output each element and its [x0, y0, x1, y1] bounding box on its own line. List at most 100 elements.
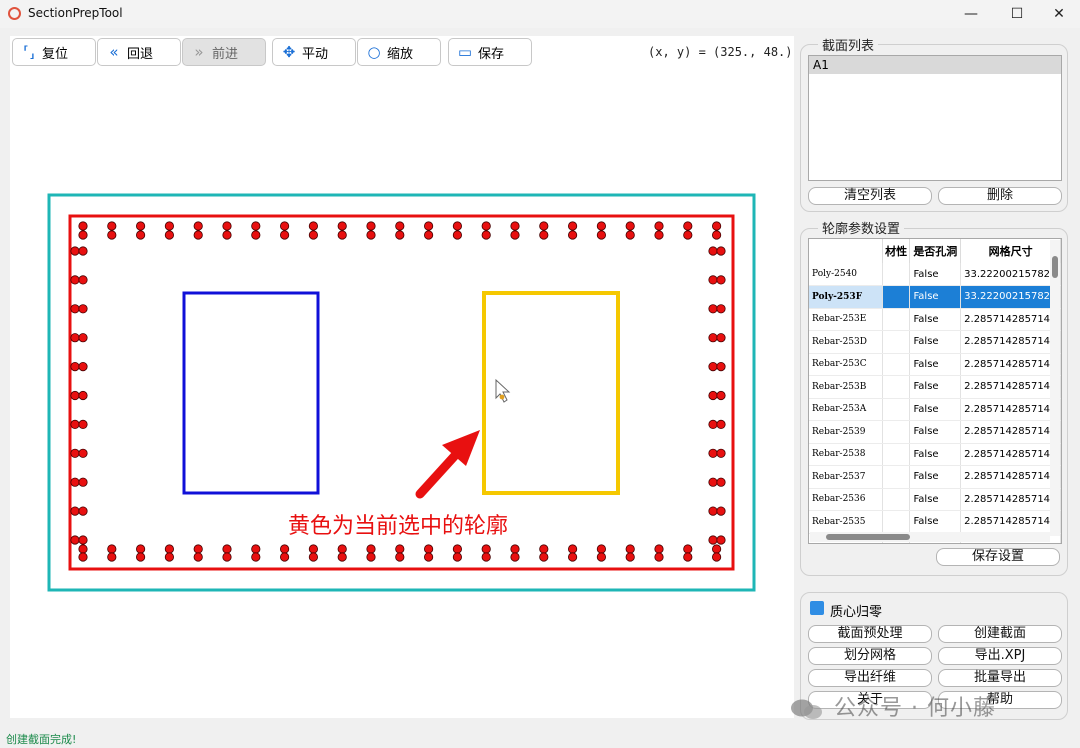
- rebar-dot[interactable]: [78, 419, 88, 429]
- rebar-dot[interactable]: [708, 477, 718, 487]
- rebar-dot[interactable]: [193, 544, 203, 554]
- rebar-dot[interactable]: [423, 552, 434, 562]
- rebar-dot[interactable]: [70, 246, 80, 256]
- rebar-dot[interactable]: [395, 544, 405, 554]
- table-header-3[interactable]: 网格尺寸: [960, 239, 1061, 263]
- rebar-dot[interactable]: [222, 230, 232, 240]
- table-cell-material[interactable]: [882, 443, 911, 466]
- rebar-dot[interactable]: [366, 230, 376, 240]
- forward-button[interactable]: » 前进: [182, 38, 266, 66]
- export-xpj-button[interactable]: 导出.XPJ: [938, 647, 1062, 665]
- rebar-dot[interactable]: [567, 230, 578, 240]
- rebar-dot[interactable]: [70, 361, 80, 372]
- close-button[interactable]: ✕: [1036, 0, 1080, 28]
- rebar-dot[interactable]: [481, 230, 491, 240]
- rebar-dot[interactable]: [423, 221, 434, 231]
- table-cell-mesh[interactable]: 2.2857142857142: [960, 510, 1061, 534]
- rebar-dot[interactable]: [193, 230, 203, 240]
- rebar-dot[interactable]: [654, 552, 664, 562]
- rebar-dot[interactable]: [70, 275, 80, 285]
- table-cell-mesh[interactable]: 2.2857142857142: [960, 443, 1061, 466]
- rebar-dot[interactable]: [78, 544, 88, 554]
- table-cell-hole[interactable]: False: [909, 353, 962, 376]
- rebar-dot[interactable]: [251, 544, 261, 554]
- rebar-dot[interactable]: [567, 552, 578, 562]
- table-cell-name[interactable]: Poly-2540: [809, 263, 883, 286]
- table-cell-hole[interactable]: False: [909, 308, 962, 331]
- table-header-2[interactable]: 是否孔洞: [909, 239, 962, 263]
- rebar-dot[interactable]: [481, 544, 491, 554]
- rebar-dot[interactable]: [279, 221, 290, 231]
- table-cell-name[interactable]: Rebar-253B: [809, 375, 883, 399]
- rebar-dot[interactable]: [279, 544, 290, 554]
- table-cell-mesh[interactable]: 2.2857142857142: [960, 308, 1061, 331]
- table-cell-mesh[interactable]: 2.2857142857142: [960, 488, 1061, 511]
- rebar-dot[interactable]: [136, 544, 146, 554]
- rebar-dot[interactable]: [366, 544, 376, 554]
- rebar-dot[interactable]: [716, 390, 726, 401]
- rebar-dot[interactable]: [70, 304, 80, 314]
- rebar-dot[interactable]: [596, 544, 607, 554]
- clear-list-button[interactable]: 清空列表: [808, 187, 932, 205]
- maximize-button[interactable]: ☐: [994, 0, 1040, 28]
- table-cell-name[interactable]: Rebar-253A: [809, 398, 883, 421]
- rebar-dot[interactable]: [193, 552, 203, 562]
- rebar-dot[interactable]: [78, 304, 88, 314]
- rebar-dot[interactable]: [539, 230, 549, 240]
- pan-button[interactable]: ✥ 平动: [272, 38, 356, 66]
- save-figure-button[interactable]: ▭ 保存: [448, 38, 532, 66]
- rebar-dot[interactable]: [716, 304, 726, 314]
- rebar-dot[interactable]: [716, 535, 726, 545]
- table-row[interactable]: Rebar-2536 False 2.2857142857142: [809, 488, 1061, 511]
- rebar-dot[interactable]: [107, 230, 117, 240]
- rebar-dot[interactable]: [395, 552, 405, 562]
- table-cell-mesh[interactable]: 33.222002157820: [960, 285, 1061, 309]
- rebar-dot[interactable]: [625, 221, 635, 231]
- table-cell-hole[interactable]: False: [909, 375, 962, 399]
- table-cell-name[interactable]: Rebar-2538: [809, 443, 883, 466]
- rebar-dot[interactable]: [708, 333, 718, 343]
- table-row[interactable]: Rebar-253D False 2.2857142857142: [809, 330, 1061, 354]
- rebar-dot[interactable]: [708, 275, 718, 285]
- table-cell-name[interactable]: Rebar-2536: [809, 488, 883, 511]
- rebar-dot[interactable]: [596, 221, 607, 231]
- rebar-dot[interactable]: [136, 230, 146, 240]
- rebar-dot[interactable]: [716, 506, 726, 516]
- rebar-dot[interactable]: [654, 544, 664, 554]
- rebar-dot[interactable]: [711, 221, 722, 231]
- table-header-0[interactable]: [809, 239, 883, 263]
- table-cell-material[interactable]: [882, 510, 911, 534]
- rebar-dot[interactable]: [683, 552, 693, 562]
- rebar-dot[interactable]: [539, 544, 549, 554]
- table-cell-name[interactable]: Rebar-2539: [809, 420, 883, 444]
- table-cell-mesh[interactable]: 33.222002157820: [960, 263, 1061, 286]
- table-cell-mesh[interactable]: 2.2857142857142: [960, 375, 1061, 399]
- rebar-dot[interactable]: [70, 506, 80, 516]
- table-row[interactable]: Rebar-2539 False 2.2857142857142: [809, 420, 1061, 444]
- rebar-dot[interactable]: [78, 477, 88, 487]
- batch-export-button[interactable]: 批量导出: [938, 669, 1062, 687]
- table-row[interactable]: Rebar-253E False 2.2857142857142: [809, 308, 1061, 331]
- rebar-dot[interactable]: [78, 361, 88, 372]
- rebar-dot[interactable]: [596, 230, 607, 240]
- rebar-dot[interactable]: [708, 535, 718, 545]
- create-section-button[interactable]: 创建截面: [938, 625, 1062, 643]
- rebar-dot[interactable]: [708, 506, 718, 516]
- rebar-dot[interactable]: [716, 275, 726, 285]
- rebar-dot[interactable]: [510, 230, 520, 240]
- rebar-dot[interactable]: [510, 544, 520, 554]
- rebar-dot[interactable]: [78, 506, 88, 516]
- section-listbox[interactable]: A1: [808, 55, 1062, 181]
- table-cell-material[interactable]: [882, 285, 911, 309]
- table-cell-mesh[interactable]: 2.2857142857142: [960, 330, 1061, 354]
- rebar-dot[interactable]: [308, 552, 318, 562]
- rebar-dot[interactable]: [452, 230, 462, 240]
- rebar-dot[interactable]: [222, 221, 232, 231]
- table-row[interactable]: Poly-253F False 33.222002157820: [809, 285, 1061, 309]
- rebar-dot[interactable]: [567, 221, 578, 231]
- table-cell-material[interactable]: [882, 488, 911, 511]
- rebar-dot[interactable]: [251, 552, 261, 562]
- rebar-dot[interactable]: [423, 544, 434, 554]
- rebar-dot[interactable]: [596, 552, 607, 562]
- rebar-dot[interactable]: [70, 419, 80, 429]
